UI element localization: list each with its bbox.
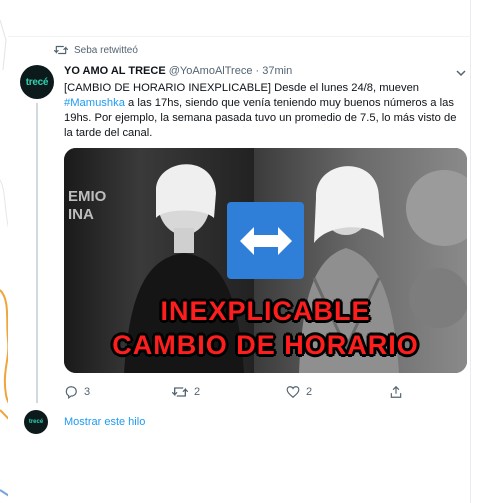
retweet-button[interactable]: 2: [172, 385, 200, 399]
retweet-context[interactable]: Seba retwitteó: [54, 44, 138, 56]
show-thread-avatar-logo: trecé: [28, 419, 44, 425]
retweet-icon: [54, 45, 68, 55]
reply-count: 3: [84, 386, 91, 398]
retweet-count: 2: [194, 386, 201, 398]
share-icon: [390, 385, 402, 398]
background-sign-text: EMIO INA: [68, 188, 107, 223]
retweet-label: Seba retwitteó: [74, 44, 138, 56]
reply-button[interactable]: 3: [64, 385, 90, 399]
chevron-down-icon[interactable]: [455, 68, 467, 78]
author-handle[interactable]: @YoAmoAlTrece: [169, 65, 253, 77]
feed-right-border: [470, 0, 471, 503]
like-button[interactable]: 2: [286, 385, 312, 399]
tweet-header: YO AMO AL TRECE @YoAmoAlTrece · 37min: [64, 65, 292, 77]
reply-icon: [65, 386, 77, 399]
avatar-logo: trecé: [25, 76, 49, 88]
retweet-action-icon: [172, 387, 188, 397]
image-caption-line2: CAMBIO DE HORARIO: [112, 330, 419, 360]
feed-divider: [8, 36, 471, 37]
show-thread-avatar[interactable]: trecé: [24, 410, 48, 434]
like-count: 2: [306, 386, 313, 398]
heart-icon: [286, 386, 300, 399]
tweet-text: [CAMBIO DE HORARIO INEXPLICABLE] Desde e…: [64, 81, 464, 141]
show-thread-link[interactable]: Mostrar este hilo: [64, 416, 145, 428]
share-button[interactable]: [389, 385, 403, 399]
thread-line: [36, 103, 38, 403]
swap-arrow-icon: [227, 202, 304, 279]
author-name[interactable]: YO AMO AL TRECE: [64, 65, 166, 77]
tweet-text-start: [CAMBIO DE HORARIO INEXPLICABLE] Desde e…: [64, 82, 420, 94]
tweet-time[interactable]: · 37min: [256, 65, 293, 77]
hashtag-link[interactable]: #Mamushka: [64, 97, 125, 109]
avatar[interactable]: trecé: [20, 65, 54, 99]
tweet-media[interactable]: EMIO INA INEXPLICABLE CAMBIO DE HORARIO: [64, 148, 467, 373]
image-caption-line1: INEXPLICABLE: [160, 296, 371, 326]
